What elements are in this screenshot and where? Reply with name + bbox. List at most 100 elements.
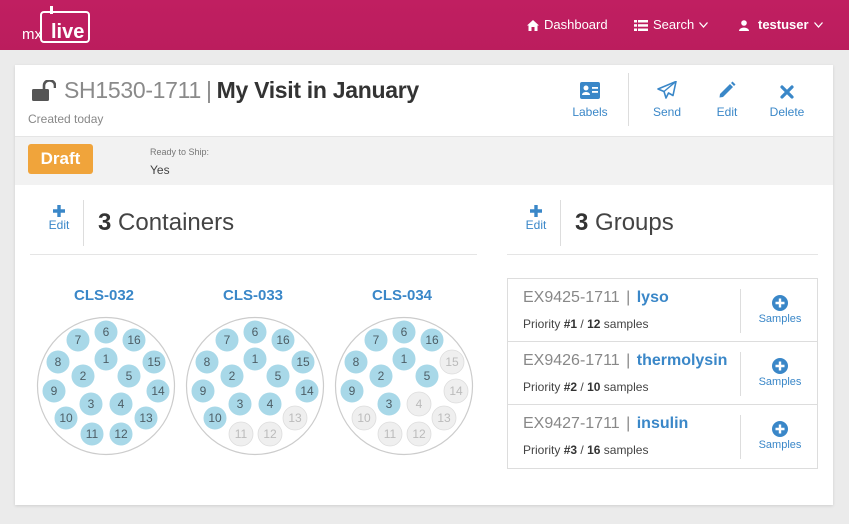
container-name[interactable]: CLS-033 <box>182 287 324 304</box>
puck-port-3[interactable]: 3 <box>78 391 104 417</box>
puck-diagram[interactable]: 123 4567891011 1213141516 <box>36 316 176 456</box>
port-number: 6 <box>252 325 259 339</box>
status-badge: Draft <box>28 144 93 174</box>
container-name[interactable]: CLS-032 <box>33 287 175 304</box>
mxlive-logo[interactable]: mx live <box>22 6 90 44</box>
edit-button[interactable]: Edit <box>697 73 757 119</box>
nav-dashboard[interactable]: Dashboard <box>527 0 608 50</box>
nav-user-menu[interactable]: testuser <box>739 0 823 50</box>
puck-port-6[interactable]: 6 <box>242 319 268 345</box>
shipment-title: SH1530-1711 | My Visit in January <box>30 77 419 104</box>
port-number: 9 <box>200 384 207 398</box>
ready-to-ship-value: Yes <box>150 163 170 177</box>
puck-port-13[interactable]: 13 <box>431 405 457 431</box>
puck-diagram[interactable]: 123 4567891011 1213141516 <box>185 316 325 456</box>
puck-port-2[interactable]: 2 <box>219 363 245 389</box>
puck-port-14[interactable]: 14 <box>294 378 320 404</box>
container-card[interactable]: CLS-032 1 2 3 4 5 6 7 8 9 10 11 12 13 14 15 16 <box>33 287 176 456</box>
puck-port-1[interactable]: 1 <box>93 346 119 372</box>
group-divider <box>740 289 741 333</box>
group-name-link[interactable]: insulin <box>637 415 689 432</box>
puck-port-9[interactable]: 9 <box>190 378 216 404</box>
puck-port-16[interactable]: 16 <box>419 327 445 353</box>
puck-port-5[interactable]: 5 <box>116 363 142 389</box>
nav-username: testuser <box>758 17 809 32</box>
puck-port-14[interactable]: 14 <box>145 378 171 404</box>
sample-count: 12 <box>587 317 601 331</box>
group-name-link[interactable]: thermolysin <box>637 352 728 369</box>
container-card[interactable]: CLS-034 1 2 3 4 5 6 7 8 9 10 11 12 13 14 15 16 <box>331 287 474 456</box>
labels-label: Labels <box>572 105 608 119</box>
containers-edit-button[interactable]: Edit <box>48 204 70 232</box>
puck-port-12[interactable]: 12 <box>406 421 432 447</box>
puck-port-4[interactable]: 4 <box>108 391 134 417</box>
puck-port-1[interactable]: 1 <box>242 346 268 372</box>
puck-port-11[interactable]: 11 <box>79 421 105 447</box>
port-number: 13 <box>139 411 153 425</box>
groups-title-text: Groups <box>595 209 674 236</box>
puck-port-4[interactable]: 4 <box>406 391 432 417</box>
puck-port-2[interactable]: 2 <box>368 363 394 389</box>
puck-port-10[interactable]: 10 <box>53 405 79 431</box>
containers-edit-label: Edit <box>48 218 70 232</box>
puck-port-2[interactable]: 2 <box>70 363 96 389</box>
puck-port-6[interactable]: 6 <box>391 319 417 345</box>
puck-port-5[interactable]: 5 <box>265 363 291 389</box>
labels-button[interactable]: Labels <box>560 73 620 119</box>
puck-port-10[interactable]: 10 <box>351 405 377 431</box>
puck-port-3[interactable]: 3 <box>376 391 402 417</box>
puck-port-7[interactable]: 7 <box>363 327 389 353</box>
add-samples-button[interactable]: Samples <box>750 295 810 325</box>
puck-port-13[interactable]: 13 <box>282 405 308 431</box>
puck-port-15[interactable]: 15 <box>141 349 167 375</box>
puck-port-8[interactable]: 8 <box>343 349 369 375</box>
groups-edit-button[interactable]: Edit <box>525 204 547 232</box>
port-number: 9 <box>51 384 58 398</box>
puck-port-15[interactable]: 15 <box>439 349 465 375</box>
puck-port-15[interactable]: 15 <box>290 349 316 375</box>
puck-port-9[interactable]: 9 <box>41 378 67 404</box>
puck-port-3[interactable]: 3 <box>227 391 253 417</box>
shipment-code: SH1530-1711 <box>64 77 201 103</box>
puck-port-4[interactable]: 4 <box>257 391 283 417</box>
shipment-actions: Labels Send Edit Delete <box>560 73 817 126</box>
unlock-icon[interactable] <box>30 79 56 102</box>
puck-port-13[interactable]: 13 <box>133 405 159 431</box>
puck-port-8[interactable]: 8 <box>194 349 220 375</box>
puck-port-16[interactable]: 16 <box>270 327 296 353</box>
puck-port-14[interactable]: 14 <box>443 378 469 404</box>
delete-button[interactable]: Delete <box>757 73 817 119</box>
port-number: 10 <box>208 411 222 425</box>
status-bar: Draft Ready to Ship: Yes <box>15 137 833 185</box>
container-name[interactable]: CLS-034 <box>331 287 473 304</box>
puck-port-7[interactable]: 7 <box>214 327 240 353</box>
port-number: 14 <box>300 384 314 398</box>
puck-port-11[interactable]: 11 <box>228 421 254 447</box>
puck-port-1[interactable]: 1 <box>391 346 417 372</box>
chevron-down-icon <box>699 22 709 28</box>
puck-port-11[interactable]: 11 <box>377 421 403 447</box>
group-divider <box>740 415 741 459</box>
puck-port-12[interactable]: 12 <box>108 421 134 447</box>
puck-port-5[interactable]: 5 <box>414 363 440 389</box>
group-name-link[interactable]: lyso <box>637 289 669 306</box>
port-number: 1 <box>252 352 259 366</box>
groups-title: 3 Groups <box>575 209 674 237</box>
puck-port-10[interactable]: 10 <box>202 405 228 431</box>
group-title: EX9427-1711 | insulin <box>523 415 688 433</box>
add-samples-button[interactable]: Samples <box>750 358 810 388</box>
puck-port-9[interactable]: 9 <box>339 378 365 404</box>
container-card[interactable]: CLS-033 1 2 3 4 5 6 7 8 9 10 11 12 13 14 15 16 <box>182 287 325 456</box>
plus-icon <box>530 205 542 217</box>
puck-diagram[interactable]: 123 4567891011 1213141516 <box>334 316 474 456</box>
puck-port-16[interactable]: 16 <box>121 327 147 353</box>
send-button[interactable]: Send <box>637 73 697 119</box>
puck-port-12[interactable]: 12 <box>257 421 283 447</box>
puck-port-6[interactable]: 6 <box>93 319 119 345</box>
puck-port-7[interactable]: 7 <box>65 327 91 353</box>
ready-to-ship-label: Ready to Ship: <box>150 147 210 157</box>
puck-port-8[interactable]: 8 <box>45 349 71 375</box>
add-samples-button[interactable]: Samples <box>750 421 810 451</box>
nav-search[interactable]: Search <box>634 0 709 50</box>
containers-count: 3 <box>98 209 112 236</box>
